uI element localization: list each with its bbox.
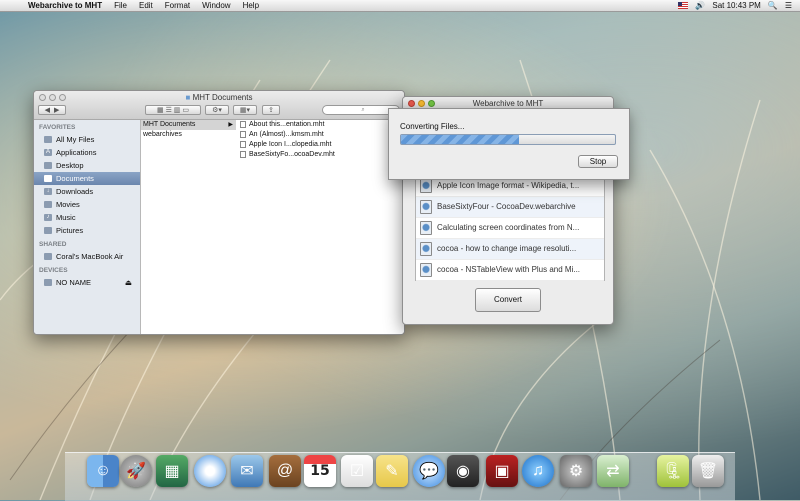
pictures-icon bbox=[44, 227, 52, 234]
progress-label: Converting Files... bbox=[400, 122, 465, 131]
notification-list-icon[interactable]: ☰ bbox=[785, 1, 792, 10]
system-preferences-icon[interactable]: ⚙ bbox=[560, 455, 592, 487]
list-item[interactable]: webarchives bbox=[141, 130, 236, 140]
sidebar-item-documents[interactable]: Documents bbox=[34, 172, 140, 185]
photo-booth-icon[interactable]: ▣ bbox=[486, 455, 518, 487]
devices-header: DEVICES bbox=[39, 267, 68, 274]
finder-sidebar: FAVORITES All My Files A Applications Des… bbox=[34, 120, 141, 334]
all-files-icon bbox=[44, 136, 52, 143]
folder-icon: ■ bbox=[185, 93, 191, 102]
document-icon bbox=[240, 130, 246, 138]
sidebar-item-shared-computer[interactable]: Coral's MacBook Air bbox=[34, 250, 140, 263]
notes-icon[interactable]: ✎ bbox=[376, 455, 408, 487]
share-button[interactable]: ⇪ bbox=[262, 105, 280, 115]
list-item[interactable]: An (Almost)...kmsm.mht bbox=[236, 130, 346, 140]
stop-button[interactable]: Stop bbox=[578, 155, 618, 168]
movies-icon bbox=[44, 201, 52, 208]
shared-header: SHARED bbox=[39, 241, 67, 248]
sidebar-item-movies[interactable]: Movies bbox=[34, 198, 140, 211]
webarchive-file-icon bbox=[420, 263, 432, 277]
list-item[interactable]: BaseSixtyFour - CocoaDev.webarchive bbox=[416, 197, 604, 218]
list-item[interactable]: Calculating screen coordinates from N... bbox=[416, 218, 604, 239]
sidebar-item-no-name[interactable]: NO NAME ⏏ bbox=[34, 276, 140, 289]
favorites-header: FAVORITES bbox=[39, 124, 76, 131]
mail-icon[interactable]: ✉ bbox=[231, 455, 263, 487]
menu-format[interactable]: Format bbox=[159, 1, 196, 10]
messages-icon[interactable]: 💬 bbox=[413, 455, 445, 487]
finder-title: MHT Documents bbox=[192, 93, 253, 102]
webarchive-app-icon[interactable]: ⇄ bbox=[597, 455, 629, 487]
list-item[interactable]: BaseSixtyFo...ocoaDev.mht bbox=[236, 150, 346, 160]
list-item[interactable]: MHT Documents ▶ bbox=[141, 120, 236, 130]
minimize-button[interactable] bbox=[418, 100, 425, 107]
convert-button[interactable]: Convert bbox=[475, 288, 541, 312]
list-item[interactable]: cocoa - NSTableView with Plus and Mi... bbox=[416, 260, 604, 281]
menu-help[interactable]: Help bbox=[237, 1, 265, 10]
calendar-icon[interactable]: 15 bbox=[304, 455, 336, 487]
search-icon[interactable]: 🔍 bbox=[768, 1, 778, 10]
converter-title: Webarchive to MHT bbox=[472, 99, 544, 108]
list-item[interactable]: cocoa - how to change image resoluti... bbox=[416, 239, 604, 260]
webarchive-file-list[interactable]: Apple Icon Image format - Wikipedia, t..… bbox=[415, 175, 605, 281]
facetime-icon[interactable]: ◉ bbox=[447, 455, 479, 487]
safari-icon[interactable]: ✦ bbox=[194, 455, 226, 487]
back-forward-buttons[interactable]: ◀ ▶ bbox=[38, 105, 66, 115]
volume-icon[interactable]: 🔊 bbox=[695, 1, 705, 10]
finder-column-1: MHT Documents ▶ webarchives bbox=[141, 120, 237, 334]
applications-icon: A bbox=[44, 149, 52, 156]
progress-bar-fill bbox=[401, 135, 519, 144]
document-icon bbox=[240, 140, 246, 148]
contacts-icon[interactable]: @ bbox=[269, 455, 301, 487]
sidebar-item-pictures[interactable]: Pictures bbox=[34, 224, 140, 237]
itunes-icon[interactable]: ♫ bbox=[522, 455, 554, 487]
mission-control-icon[interactable]: ▦ bbox=[156, 455, 188, 487]
list-item[interactable]: Apple Icon I...clopedia.mht bbox=[236, 140, 346, 150]
document-icon bbox=[240, 150, 246, 158]
reminders-icon[interactable]: ☑ bbox=[341, 455, 373, 487]
eject-icon[interactable]: ⏏ bbox=[125, 276, 132, 289]
finder-window: ■ MHT Documents ◀ ▶ ▦ ☰ ▥ ▭ ⚙▾ ▦▾ ⇪ ⌕ FA… bbox=[33, 90, 405, 335]
archive-utility-icon[interactable]: 🗜 bbox=[657, 455, 689, 487]
finder-icon[interactable]: ☺ bbox=[87, 455, 119, 487]
finder-column-2: About this...entation.mht An (Almost)...… bbox=[236, 120, 347, 334]
desktop-icon bbox=[44, 162, 52, 169]
calendar-day-label: 15 bbox=[310, 463, 330, 479]
laptop-icon bbox=[44, 253, 52, 260]
menu-file[interactable]: File bbox=[108, 1, 133, 10]
sidebar-item-all-my-files[interactable]: All My Files bbox=[34, 133, 140, 146]
sidebar-item-downloads[interactable]: ↓ Downloads bbox=[34, 185, 140, 198]
close-button[interactable] bbox=[408, 100, 415, 107]
music-icon: ♪ bbox=[44, 214, 52, 221]
view-mode-buttons[interactable]: ▦ ☰ ▥ ▭ bbox=[145, 105, 201, 115]
progress-sheet: Converting Files... Stop bbox=[388, 108, 630, 180]
disk-icon bbox=[44, 279, 52, 286]
documents-icon bbox=[44, 175, 52, 182]
menu-edit[interactable]: Edit bbox=[133, 1, 159, 10]
progress-bar bbox=[400, 134, 616, 145]
menubar-clock[interactable]: Sat 10:43 PM bbox=[712, 1, 760, 10]
app-menu[interactable]: Webarchive to MHT bbox=[22, 1, 108, 10]
webarchive-file-icon bbox=[420, 200, 432, 214]
sidebar-item-music[interactable]: ♪ Music bbox=[34, 211, 140, 224]
downloads-icon: ↓ bbox=[44, 188, 52, 195]
sidebar-item-applications[interactable]: A Applications bbox=[34, 146, 140, 159]
action-gear-button[interactable]: ⚙▾ bbox=[205, 105, 229, 115]
webarchive-file-icon bbox=[420, 221, 432, 235]
search-icon: ⌕ bbox=[361, 107, 365, 113]
sidebar-item-desktop[interactable]: Desktop bbox=[34, 159, 140, 172]
input-source-flag-icon[interactable] bbox=[678, 2, 689, 9]
list-item[interactable]: About this...entation.mht bbox=[236, 120, 346, 130]
menu-bar: Webarchive to MHT File Edit Format Windo… bbox=[0, 0, 800, 12]
document-icon bbox=[240, 120, 246, 128]
trash-icon[interactable]: 🗑 bbox=[692, 455, 724, 487]
zoom-button[interactable] bbox=[428, 100, 435, 107]
launchpad-icon[interactable]: 🚀 bbox=[120, 455, 152, 487]
arrange-button[interactable]: ▦▾ bbox=[233, 105, 257, 115]
webarchive-file-icon bbox=[420, 242, 432, 256]
menu-window[interactable]: Window bbox=[196, 1, 236, 10]
webarchive-file-icon bbox=[420, 179, 432, 193]
finder-titlebar[interactable]: ■ MHT Documents ◀ ▶ ▦ ☰ ▥ ▭ ⚙▾ ▦▾ ⇪ ⌕ bbox=[34, 91, 404, 120]
